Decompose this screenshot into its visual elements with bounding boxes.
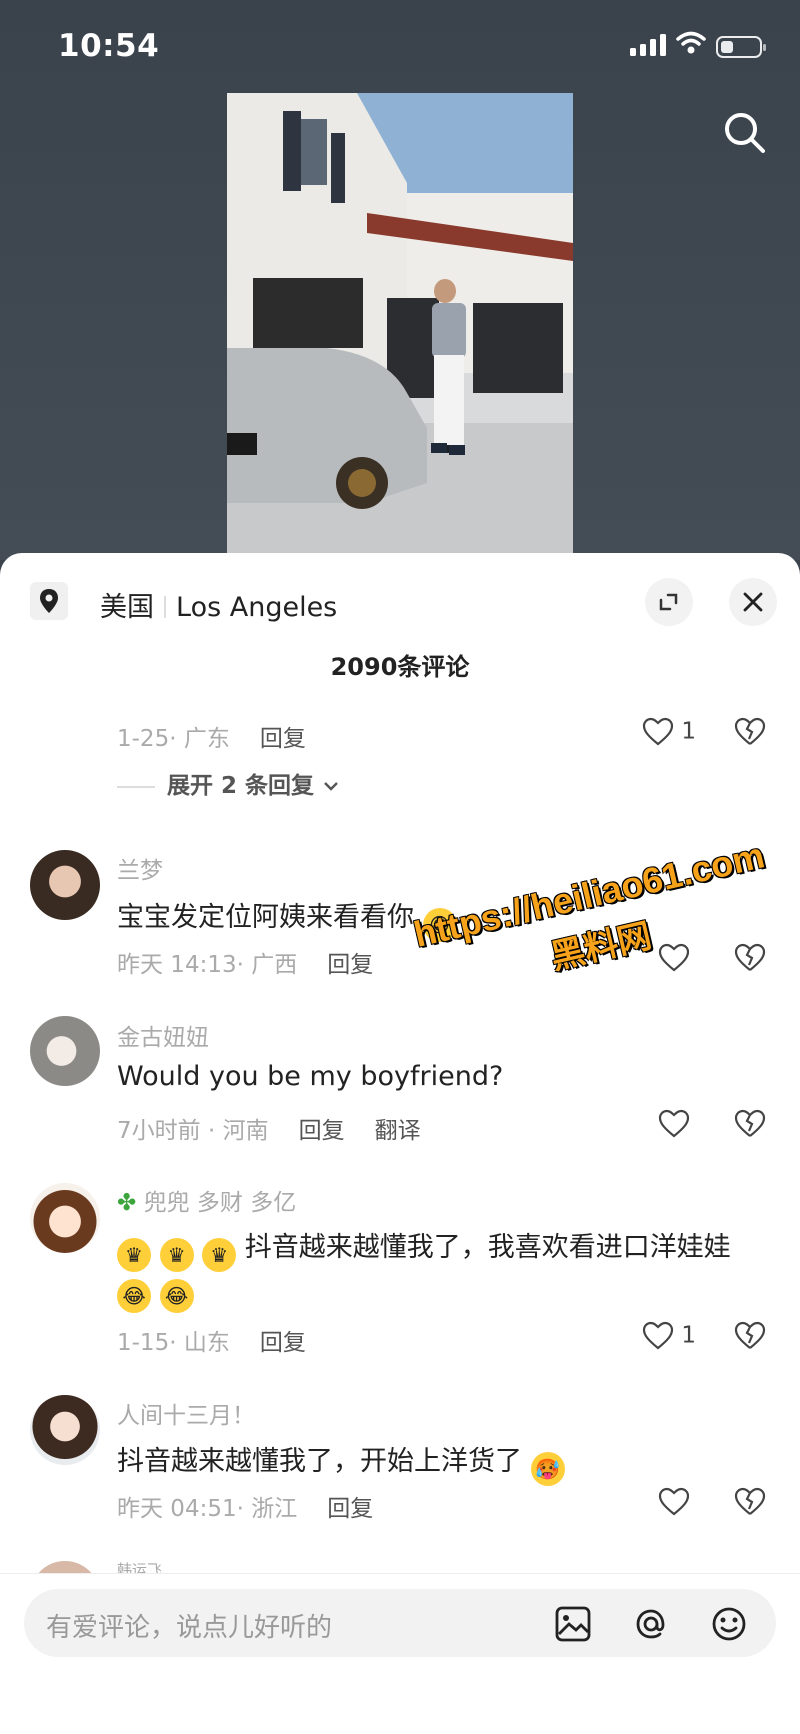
comment-meta: 1-15· 山东 回复 bbox=[117, 1323, 306, 1357]
laugh-cry-emoji-icon: 😂 bbox=[159, 1279, 194, 1313]
comment-time-location: 1-25· 广东 bbox=[117, 726, 230, 752]
comment-text-content: 抖音越来越懂我了，我喜欢看进口洋娃娃 bbox=[244, 1232, 731, 1263]
avatar[interactable] bbox=[30, 850, 100, 920]
broken-heart-icon[interactable] bbox=[734, 1321, 766, 1351]
at-icon[interactable] bbox=[632, 1605, 670, 1643]
doll-emoji-icon: ♛ bbox=[117, 1238, 151, 1272]
heart-icon bbox=[642, 1321, 674, 1350]
reply-button[interactable]: 回复 bbox=[327, 1496, 373, 1522]
comment-input-placeholder: 有爱评论，说点儿好听的 bbox=[46, 1613, 333, 1643]
comment-author[interactable]: 兰梦 bbox=[117, 851, 163, 885]
location-separator bbox=[164, 596, 166, 618]
comment-time-location: 7小时前 · 河南 bbox=[117, 1118, 269, 1144]
location-country: 美国 bbox=[100, 592, 154, 623]
like-count: 1 bbox=[681, 1322, 696, 1349]
comment-meta: 昨天 14:13· 广西 回复 bbox=[117, 945, 373, 979]
battery-icon bbox=[716, 36, 766, 58]
comment-author[interactable]: 金古妞妞 bbox=[117, 1018, 209, 1052]
comment-text: 抖音越来越懂我了，开始上洋货了 🥵 bbox=[117, 1439, 565, 1486]
avatar[interactable] bbox=[30, 1395, 100, 1465]
close-button[interactable] bbox=[729, 578, 777, 626]
status-time: 10:54 bbox=[58, 28, 160, 64]
broken-heart-icon[interactable] bbox=[734, 943, 766, 973]
wifi-icon bbox=[676, 31, 706, 54]
close-icon bbox=[743, 592, 763, 612]
avatar[interactable] bbox=[30, 1183, 100, 1253]
avatar[interactable] bbox=[30, 1016, 100, 1086]
comment-text-content: 宝宝发定位阿姨来看看你 bbox=[117, 902, 414, 933]
like-button[interactable]: 1 bbox=[642, 1321, 696, 1351]
translate-button[interactable]: 翻译 bbox=[375, 1118, 421, 1144]
comment-text: Would you be my boyfriend? bbox=[117, 1061, 504, 1092]
doll-emoji-icon: ♛ bbox=[202, 1238, 237, 1272]
comment-text: ♛ ♛ ♛ 抖音越来越懂我了，我喜欢看进口洋娃娃 bbox=[117, 1225, 731, 1272]
comment-time-location: 1-15· 山东 bbox=[117, 1330, 230, 1356]
location-city: Los Angeles bbox=[176, 592, 338, 623]
comment-author[interactable]: 人间十三月！ bbox=[117, 1396, 255, 1430]
comment-text: 宝宝发定位阿姨来看看你 😁 bbox=[117, 895, 457, 942]
author-name: 兜兜 多财 多亿 bbox=[143, 1190, 297, 1216]
reply-button[interactable]: 回复 bbox=[260, 1330, 306, 1356]
location-pin-icon bbox=[30, 582, 68, 620]
expand-replies-label: 展开 2 条回复 bbox=[167, 773, 315, 799]
comment-meta: 昨天 04:51· 浙江 回复 bbox=[117, 1489, 373, 1523]
comment-author[interactable]: ✤ 兜兜 多财 多亿 bbox=[117, 1183, 296, 1217]
comment-input[interactable]: 有爱评论，说点儿好听的 bbox=[24, 1589, 776, 1657]
status-bar: 10:54 bbox=[0, 0, 800, 90]
broken-heart-icon[interactable] bbox=[734, 1109, 766, 1139]
like-button[interactable]: 1 bbox=[642, 717, 696, 747]
like-button[interactable] bbox=[658, 1487, 690, 1517]
heart-icon bbox=[658, 1109, 690, 1138]
expand-line bbox=[117, 785, 155, 788]
comment-input-bar: 有爱评论，说点儿好听的 bbox=[0, 1573, 800, 1734]
reply-button[interactable]: 回复 bbox=[299, 1118, 345, 1144]
comment-emoji-line: 😂 😂 bbox=[117, 1273, 194, 1313]
heart-icon bbox=[658, 1487, 690, 1516]
reply-button[interactable]: 回复 bbox=[327, 952, 373, 978]
clover-icon: ✤ bbox=[117, 1190, 137, 1216]
image-icon[interactable] bbox=[554, 1605, 592, 1643]
video-thumbnail[interactable] bbox=[227, 93, 573, 553]
signal-icon bbox=[630, 34, 666, 56]
expand-button[interactable] bbox=[645, 578, 693, 626]
like-count: 1 bbox=[681, 718, 696, 745]
comment-text-content: 抖音越来越懂我了，开始上洋货了 bbox=[117, 1446, 522, 1477]
laugh-cry-emoji-icon: 😂 bbox=[117, 1279, 151, 1313]
comment-meta: 7小时前 · 河南 回复 翻译 bbox=[117, 1111, 421, 1145]
chevron-down-icon bbox=[324, 782, 338, 791]
comments-sheet: 美国 Los Angeles 2090条评论 1-25· 广东 回复 1 展开 2 … bbox=[0, 553, 800, 1733]
comment-time-location: 昨天 14:13· 广西 bbox=[117, 952, 298, 978]
reply-button[interactable]: 回复 bbox=[260, 726, 306, 752]
broken-heart-icon[interactable] bbox=[734, 717, 766, 747]
heart-icon bbox=[642, 717, 674, 746]
emoji-icon[interactable] bbox=[710, 1605, 748, 1643]
broken-heart-icon[interactable] bbox=[734, 1487, 766, 1517]
hot-face-emoji-icon: 🥵 bbox=[530, 1452, 565, 1486]
comment-time-location: 昨天 04:51· 浙江 bbox=[117, 1496, 298, 1522]
location-label[interactable]: 美国 Los Angeles bbox=[100, 585, 337, 624]
search-icon[interactable] bbox=[722, 110, 768, 156]
expand-icon bbox=[659, 593, 678, 611]
comments-count: 2090条评论 bbox=[330, 653, 470, 681]
doll-emoji-icon: ♛ bbox=[159, 1238, 194, 1272]
comment-meta: 1-25· 广东 回复 bbox=[117, 719, 306, 753]
expand-replies-button[interactable]: 展开 2 条回复 bbox=[117, 766, 340, 800]
like-button[interactable] bbox=[658, 1109, 690, 1139]
